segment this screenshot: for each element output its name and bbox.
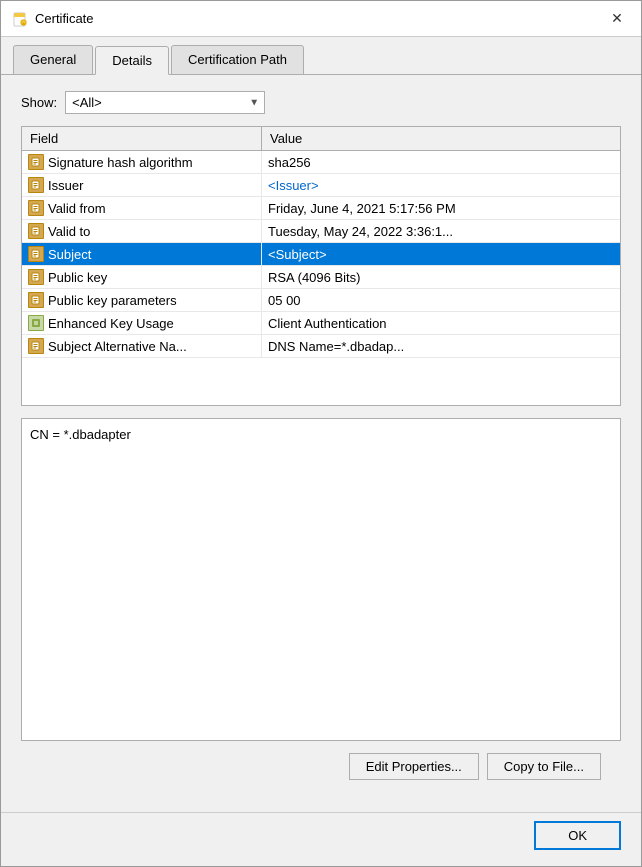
field-label: Valid to bbox=[48, 224, 90, 239]
field-row-icon bbox=[28, 246, 44, 262]
ok-row: OK bbox=[1, 812, 641, 866]
value-column-header: Value bbox=[262, 127, 620, 150]
table-row[interactable]: Valid from Friday, June 4, 2021 5:17:56 P… bbox=[22, 197, 620, 220]
dialog-title: Certificate bbox=[35, 11, 94, 26]
detail-box: CN = *.dbadapter bbox=[21, 418, 621, 741]
field-cell: Enhanced Key Usage bbox=[22, 312, 262, 334]
certificate-dialog: Certificate ✕ General Details Certificat… bbox=[0, 0, 642, 867]
content-area: Show: <All>Version 1 Fields OnlyExtensio… bbox=[1, 75, 641, 812]
value-cell: 05 00 bbox=[262, 290, 620, 311]
field-cell: Subject Alternative Na... bbox=[22, 335, 262, 357]
title-bar: Certificate ✕ bbox=[1, 1, 641, 37]
tab-details[interactable]: Details bbox=[95, 46, 169, 75]
field-row-icon bbox=[28, 177, 44, 193]
field-cell: Valid from bbox=[22, 197, 262, 219]
value-cell: sha256 bbox=[262, 152, 620, 173]
field-label: Public key bbox=[48, 270, 107, 285]
field-label: Enhanced Key Usage bbox=[48, 316, 174, 331]
field-cell: Public key parameters bbox=[22, 289, 262, 311]
field-row-icon bbox=[28, 200, 44, 216]
field-label: Valid from bbox=[48, 201, 106, 216]
field-label: Issuer bbox=[48, 178, 83, 193]
tab-certification-path[interactable]: Certification Path bbox=[171, 45, 304, 74]
field-row-icon bbox=[28, 338, 44, 354]
value-link[interactable]: <Issuer> bbox=[268, 178, 319, 193]
copy-to-file-button[interactable]: Copy to File... bbox=[487, 753, 601, 780]
cert-icon bbox=[13, 11, 29, 27]
field-cell: Subject bbox=[22, 243, 262, 265]
edit-properties-button[interactable]: Edit Properties... bbox=[349, 753, 479, 780]
field-label: Public key parameters bbox=[48, 293, 177, 308]
value-cell: Friday, June 4, 2021 5:17:56 PM bbox=[262, 198, 620, 219]
table-row[interactable]: Enhanced Key Usage Client Authentication bbox=[22, 312, 620, 335]
field-cell: Public key bbox=[22, 266, 262, 288]
field-row-icon bbox=[28, 223, 44, 239]
table-row[interactable]: Signature hash algorithm sha256 bbox=[22, 151, 620, 174]
title-bar-left: Certificate bbox=[13, 11, 94, 27]
show-row: Show: <All>Version 1 Fields OnlyExtensio… bbox=[21, 91, 621, 114]
field-label: Subject Alternative Na... bbox=[48, 339, 187, 354]
action-buttons: Edit Properties... Copy to File... bbox=[21, 753, 621, 796]
table-row[interactable]: Issuer <Issuer> bbox=[22, 174, 620, 197]
ok-button[interactable]: OK bbox=[534, 821, 621, 850]
tab-bar: General Details Certification Path bbox=[1, 37, 641, 75]
field-row-icon bbox=[28, 269, 44, 285]
value-cell: RSA (4096 Bits) bbox=[262, 267, 620, 288]
show-label: Show: bbox=[21, 95, 57, 110]
field-cell: Signature hash algorithm bbox=[22, 151, 262, 173]
show-dropdown-wrapper: <All>Version 1 Fields OnlyExtensions Onl… bbox=[65, 91, 265, 114]
table-row[interactable]: Public key RSA (4096 Bits) bbox=[22, 266, 620, 289]
field-label: Subject bbox=[48, 247, 91, 262]
value-cell: Client Authentication bbox=[262, 313, 620, 334]
field-column-header: Field bbox=[22, 127, 262, 150]
table-header: Field Value bbox=[22, 127, 620, 151]
value-cell: <Subject> bbox=[262, 244, 620, 265]
field-label: Signature hash algorithm bbox=[48, 155, 193, 170]
fields-table: Field Value Signature hash algorithm sha2… bbox=[21, 126, 621, 406]
tab-general[interactable]: General bbox=[13, 45, 93, 74]
field-row-icon bbox=[28, 315, 44, 331]
field-row-icon bbox=[28, 292, 44, 308]
table-row[interactable]: Subject <Subject> bbox=[22, 243, 620, 266]
table-row[interactable]: Valid to Tuesday, May 24, 2022 3:36:1... bbox=[22, 220, 620, 243]
table-row[interactable]: Subject Alternative Na... DNS Name=*.dbad… bbox=[22, 335, 620, 358]
value-cell: Tuesday, May 24, 2022 3:36:1... bbox=[262, 221, 620, 242]
field-cell: Issuer bbox=[22, 174, 262, 196]
value-cell: <Issuer> bbox=[262, 175, 620, 196]
field-cell: Valid to bbox=[22, 220, 262, 242]
field-row-icon bbox=[28, 154, 44, 170]
close-button[interactable]: ✕ bbox=[605, 7, 629, 31]
value-cell: DNS Name=*.dbadap... bbox=[262, 336, 620, 357]
table-row[interactable]: Public key parameters 05 00 bbox=[22, 289, 620, 312]
show-dropdown[interactable]: <All>Version 1 Fields OnlyExtensions Onl… bbox=[65, 91, 265, 114]
table-body[interactable]: Signature hash algorithm sha256 Issuer <Iss… bbox=[22, 151, 620, 405]
